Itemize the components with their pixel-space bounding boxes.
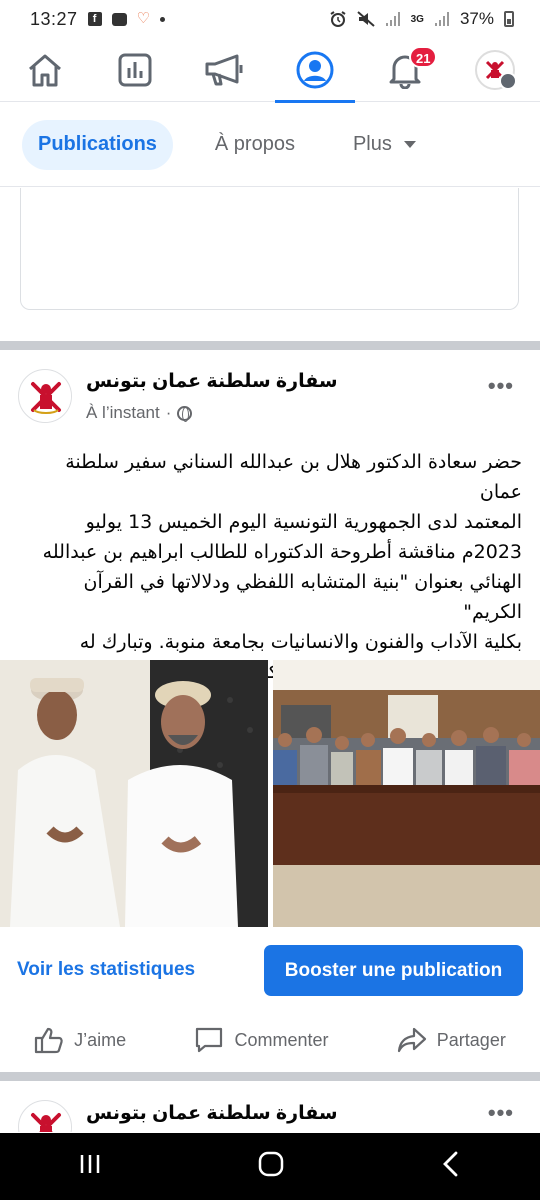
network-type: 3G xyxy=(410,13,424,25)
comment-button[interactable]: Commenter xyxy=(194,1026,328,1054)
post-page-name[interactable]: سفارة سلطنة عمان بتونس xyxy=(86,370,338,393)
status-bar: 13:27 f ♡ 3G 37% xyxy=(0,0,540,38)
nav-menu[interactable] xyxy=(459,38,531,102)
alarm-icon xyxy=(330,11,346,27)
like-button[interactable]: J’aime xyxy=(34,1026,126,1054)
post-text-line: 2023م مناقشة أطروحة الدكتوراه للطالب ابر… xyxy=(42,541,522,563)
like-label: J’aime xyxy=(74,1029,127,1050)
post-header: سفارة سلطنة عمان بتونس À l’instant · ••• xyxy=(0,359,540,429)
next-post-page-name[interactable]: سفارة سلطنة عمان بتونس xyxy=(86,1102,338,1125)
feed-separator xyxy=(0,1072,540,1081)
post-actions: J’aime Commenter Partager xyxy=(0,1012,540,1068)
post-text: حضر سعادة الدكتور هلال بن عبدالله السنان… xyxy=(22,447,522,687)
post-photo-two-men[interactable] xyxy=(0,660,268,927)
see-insights-link[interactable]: Voir les statistiques xyxy=(17,959,195,981)
recent-apps-icon xyxy=(80,1155,100,1173)
boost-post-label: Booster une publication xyxy=(284,959,503,981)
comment-label: Commenter xyxy=(234,1029,329,1050)
feed-separator xyxy=(0,341,540,350)
post-page-avatar[interactable] xyxy=(18,369,72,423)
tab-about[interactable]: À propos xyxy=(199,120,311,170)
tab-more[interactable]: Plus xyxy=(337,120,432,170)
android-navigation-bar xyxy=(0,1133,540,1200)
comment-icon xyxy=(196,1027,223,1053)
signal-icon-2 xyxy=(434,12,449,26)
nav-dashboard[interactable] xyxy=(99,38,171,102)
messenger-notification-icon xyxy=(111,12,127,26)
post-text-line: المعتمد لدى الجمهورية التونسية اليوم الخ… xyxy=(85,511,522,533)
megaphone-icon xyxy=(205,54,243,85)
notifications-badge: 21 xyxy=(409,45,438,68)
tab-about-label: À propos xyxy=(214,133,295,155)
photo-group xyxy=(273,660,540,927)
caret-down-icon xyxy=(403,141,416,148)
oman-emblem-icon xyxy=(21,372,71,422)
mute-icon xyxy=(356,11,375,27)
boost-post-button[interactable]: Booster une publication xyxy=(264,945,523,996)
share-label: Partager xyxy=(436,1029,506,1050)
back-button[interactable] xyxy=(439,1150,463,1183)
tab-more-label: Plus xyxy=(352,133,392,155)
globe-icon xyxy=(177,405,193,422)
oman-emblem-icon xyxy=(21,1103,71,1132)
page-tabs: Publications À propos Plus xyxy=(0,103,540,187)
status-time: 13:27 xyxy=(30,8,78,29)
nav-notifications[interactable]: 21 xyxy=(369,38,441,102)
share-button[interactable]: Partager xyxy=(397,1026,506,1054)
post-photos xyxy=(0,660,540,927)
post-text-line: بكلية الآداب والفنون والانسانيات بجامعة … xyxy=(79,631,522,653)
post-timestamp[interactable]: À l’instant xyxy=(86,403,160,423)
home-circle-icon xyxy=(258,1151,284,1177)
dashboard-icon xyxy=(118,53,152,86)
post-insights-row: Voir les statistiques Booster une public… xyxy=(0,944,540,998)
photo-two-men xyxy=(0,660,268,927)
battery-percent: 37% xyxy=(459,9,494,28)
tab-publications[interactable]: Publications xyxy=(22,119,173,170)
menu-overlay-icon xyxy=(499,71,517,90)
previous-card xyxy=(20,188,519,310)
meta-separator: · xyxy=(165,403,172,422)
health-notification-icon: ♡ xyxy=(136,10,150,27)
thumbs-up-icon xyxy=(35,1027,63,1054)
tab-publications-label: Publications xyxy=(38,133,157,155)
home-button[interactable] xyxy=(257,1150,285,1183)
next-post-avatar[interactable] xyxy=(18,1100,72,1132)
nav-home[interactable] xyxy=(9,38,81,102)
top-navigation: 21 xyxy=(0,38,540,103)
recent-apps-button[interactable] xyxy=(77,1151,103,1182)
next-post-more-options-icon[interactable]: ••• xyxy=(488,1100,514,1126)
next-post-header: سفارة سلطنة عمان بتونس ••• xyxy=(0,1084,540,1132)
signal-icon xyxy=(385,12,400,26)
post-meta: À l’instant · xyxy=(86,403,193,423)
post-text-line: حضر سعادة الدكتور هلال بن عبدالله السنان… xyxy=(65,451,522,503)
back-chevron-icon xyxy=(443,1151,458,1177)
home-icon xyxy=(29,54,61,86)
share-icon xyxy=(397,1027,426,1053)
post-text-line: الهنائي بعنوان "بنية المتشابه اللفظي ودل… xyxy=(83,571,522,623)
more-notifications-dot xyxy=(160,16,165,22)
profile-icon xyxy=(296,51,334,88)
post-more-options-icon[interactable]: ••• xyxy=(488,373,514,399)
nav-ads[interactable] xyxy=(189,38,261,102)
facebook-notification-icon: f xyxy=(87,12,102,26)
post-photo-group[interactable] xyxy=(273,660,540,927)
battery-icon xyxy=(504,11,514,27)
nav-profile[interactable] xyxy=(275,38,355,103)
